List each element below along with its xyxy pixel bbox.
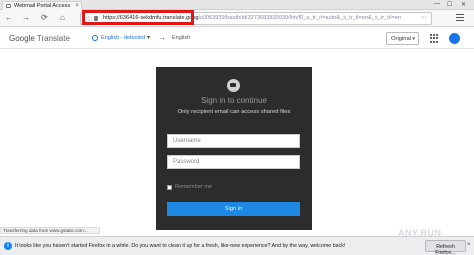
- arrow-right-icon: →: [158, 33, 166, 42]
- notification-message: It looks like you haven't started Firefo…: [15, 243, 346, 249]
- google-translate-logo[interactable]: Google Translate: [9, 34, 70, 43]
- browser-tab[interactable]: Webmail Portal Access ×: [2, 1, 82, 10]
- detect-language-icon: [92, 35, 98, 41]
- mail-icon: [227, 79, 240, 92]
- reload-icon[interactable]: ⟳: [41, 13, 48, 23]
- signin-button[interactable]: Sign in: [167, 202, 300, 216]
- original-dropdown[interactable]: Original ▾: [386, 32, 419, 45]
- remember-me-checkbox[interactable]: [167, 185, 172, 190]
- chevron-down-icon: ▾: [412, 36, 415, 42]
- tab-title: Webmail Portal Access: [14, 3, 71, 9]
- tab-strip: Webmail Portal Access × — ☐ ✕: [0, 0, 474, 10]
- envelope-icon: [6, 4, 11, 8]
- back-icon[interactable]: ←: [5, 13, 13, 23]
- original-label: Original: [391, 36, 411, 42]
- password-placeholder: Password: [173, 159, 200, 165]
- refresh-firefox-label: Refresh Firefox...: [435, 244, 456, 255]
- maximize-icon[interactable]: ☐: [447, 1, 452, 8]
- notification-bar: i It looks like you haven't started Fire…: [0, 236, 474, 255]
- home-icon[interactable]: ⌂: [60, 13, 65, 23]
- source-language[interactable]: English - detected: [101, 35, 145, 41]
- tab-close-icon[interactable]: ×: [75, 3, 79, 9]
- signin-button-label: Sign in: [224, 206, 243, 212]
- status-bar: Transferring data from www.gstatic.com..…: [0, 227, 100, 234]
- signin-title: Sign in to continue: [201, 96, 267, 105]
- signin-card: Sign in to continue Only recipient email…: [156, 67, 312, 230]
- url-highlight-box: [82, 10, 194, 25]
- url-path: /s0063939/bauth/id/3273683839939/lhh/f0_…: [198, 15, 402, 21]
- chevron-down-icon[interactable]: ▾: [147, 34, 150, 41]
- username-placeholder: Username: [173, 138, 201, 144]
- refresh-firefox-button[interactable]: Refresh Firefox...: [425, 240, 466, 255]
- remember-me-label: Remember me: [175, 184, 212, 190]
- username-input[interactable]: Username: [167, 134, 300, 148]
- hamburger-menu-icon[interactable]: [456, 14, 464, 22]
- window-close-icon[interactable]: ✕: [461, 1, 466, 8]
- close-icon[interactable]: ×: [467, 242, 471, 248]
- minimize-icon[interactable]: —: [434, 1, 440, 7]
- signin-subtitle: Only recipient email can access shared f…: [177, 109, 291, 115]
- apps-grid-icon[interactable]: [430, 34, 439, 43]
- translate-header: Google Translate English - detected ▾ → …: [0, 28, 474, 49]
- forward-icon[interactable]: →: [22, 13, 30, 23]
- avatar[interactable]: [449, 33, 460, 44]
- info-icon: i: [4, 242, 12, 250]
- target-language[interactable]: English: [172, 35, 190, 41]
- page-actions-icon[interactable]: ···: [420, 14, 427, 21]
- password-input[interactable]: Password: [167, 155, 300, 169]
- navigation-bar: ← → ⟳ ⌂ ⓘ https://636416-sekdmfu.transla…: [0, 10, 474, 27]
